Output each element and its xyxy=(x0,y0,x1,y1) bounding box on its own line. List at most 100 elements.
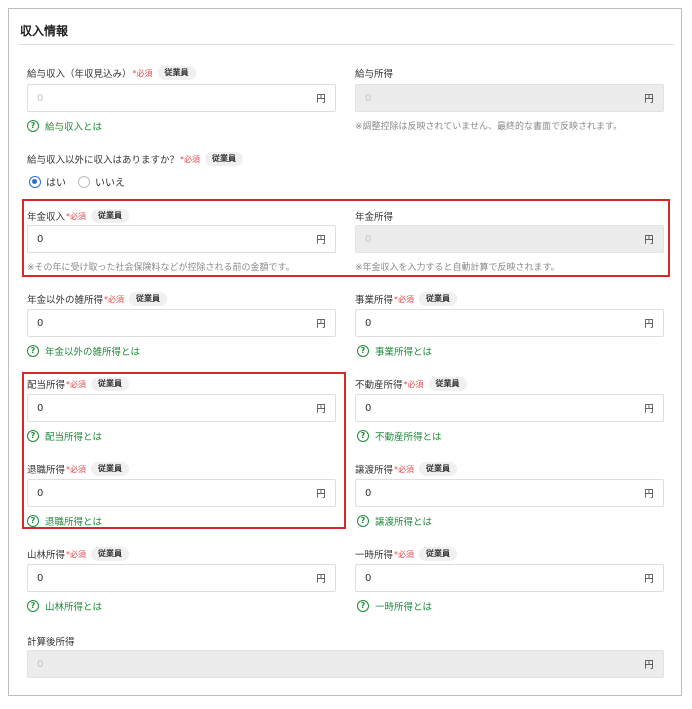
title-divider xyxy=(18,44,674,45)
help-circle-icon: ? xyxy=(357,345,369,357)
pension-income-value[interactable]: 0 xyxy=(28,234,307,245)
required-mark: *必須 xyxy=(394,549,415,559)
pension-income-input[interactable]: 0 円 xyxy=(27,225,336,253)
salary-income-help-link[interactable]: ? 給与収入とは xyxy=(27,119,102,133)
real-estate-income-input[interactable]: 0 円 xyxy=(355,394,664,422)
required-mark: *必須 xyxy=(394,294,415,304)
required-mark: *必須 xyxy=(66,379,87,389)
business-income-label: 事業所得 *必須 従業員 xyxy=(355,292,458,306)
real-estate-income-value[interactable]: 0 xyxy=(356,403,635,414)
calculated-income-value: 0 xyxy=(37,658,44,670)
temporary-income-value[interactable]: 0 xyxy=(356,573,635,584)
employee-badge: 従業員 xyxy=(419,292,458,306)
dividend-income-input[interactable]: 0 円 xyxy=(27,394,336,422)
pension-deduction-income-note: ※年金収入を入力すると自動計算で反映されます。 xyxy=(355,263,560,273)
unit-yen: 円 xyxy=(644,319,654,330)
retirement-income-help-link[interactable]: ? 退職所得とは xyxy=(27,514,102,528)
retirement-income-input[interactable]: 0 円 xyxy=(27,479,336,507)
temporary-income-label: 一時所得 *必須 従業員 xyxy=(355,547,458,561)
dividend-income-label: 配当所得 *必須 従業員 xyxy=(27,377,130,391)
unit-yen: 円 xyxy=(644,94,654,105)
retirement-income-value[interactable]: 0 xyxy=(28,488,307,499)
real-estate-income-label: 不動産所得 *必須 従業員 xyxy=(355,377,467,391)
unit-yen: 円 xyxy=(644,489,654,500)
employee-badge: 従業員 xyxy=(129,292,168,306)
dividend-income-value[interactable]: 0 xyxy=(28,403,307,414)
pension-income-label: 年金収入 *必須 従業員 xyxy=(27,209,130,223)
help-circle-icon: ? xyxy=(27,430,39,442)
radio-yes[interactable]: はい xyxy=(29,174,66,189)
section-title: 収入情報 xyxy=(20,24,69,38)
help-circle-icon: ? xyxy=(357,600,369,612)
unit-yen: 円 xyxy=(316,574,326,585)
salary-income-label: 給与収入（年収見込み） *必須 従業員 xyxy=(27,66,196,80)
employee-badge: 従業員 xyxy=(91,377,130,391)
forest-income-input[interactable]: 0 円 xyxy=(27,564,336,592)
employee-badge: 従業員 xyxy=(419,547,458,561)
other-income-question-label: 給与収入以外に収入はありますか？ *必須 従業員 xyxy=(27,152,244,166)
pension-deduction-income-input: 0 円 xyxy=(355,225,664,253)
unit-yen: 円 xyxy=(316,319,326,330)
forest-income-label: 山林所得 *必須 従業員 xyxy=(27,547,130,561)
pension-deduction-income-value: 0 xyxy=(365,233,372,245)
unit-yen: 円 xyxy=(316,489,326,500)
business-income-help-link[interactable]: ? 事業所得とは xyxy=(357,344,432,358)
salary-deduction-income-value: 0 xyxy=(365,92,372,104)
misc-income-value[interactable]: 0 xyxy=(28,318,307,329)
employee-badge: 従業員 xyxy=(205,152,244,166)
unit-yen: 円 xyxy=(316,94,326,105)
required-mark: *必須 xyxy=(104,294,125,304)
employee-badge: 従業員 xyxy=(157,66,196,80)
misc-income-label: 年金以外の雑所得 *必須 従業員 xyxy=(27,292,168,306)
employee-badge: 従業員 xyxy=(91,462,130,476)
salary-deduction-income-input: 0 円 xyxy=(355,84,664,112)
unit-yen: 円 xyxy=(644,235,654,246)
dividend-income-help-link[interactable]: ? 配当所得とは xyxy=(27,429,102,443)
radio-checked-icon xyxy=(29,175,41,188)
employee-badge: 従業員 xyxy=(91,547,130,561)
transfer-income-input[interactable]: 0 円 xyxy=(355,479,664,507)
help-circle-icon: ? xyxy=(27,515,39,527)
forest-income-value[interactable]: 0 xyxy=(28,573,307,584)
misc-income-input[interactable]: 0 円 xyxy=(27,309,336,337)
unit-yen: 円 xyxy=(316,235,326,246)
transfer-income-label: 譲渡所得 *必須 従業員 xyxy=(355,462,458,476)
temporary-income-input[interactable]: 0 円 xyxy=(355,564,664,592)
radio-unchecked-icon xyxy=(78,175,90,188)
real-estate-income-help-link[interactable]: ? 不動産所得とは xyxy=(357,429,442,443)
salary-deduction-income-label: 給与所得 xyxy=(355,69,394,80)
unit-yen: 円 xyxy=(316,404,326,415)
help-circle-icon: ? xyxy=(27,600,39,612)
transfer-income-help-link[interactable]: ? 譲渡所得とは xyxy=(357,514,432,528)
required-mark: *必須 xyxy=(132,68,153,78)
business-income-input[interactable]: 0 円 xyxy=(355,309,664,337)
unit-yen: 円 xyxy=(644,660,654,671)
required-mark: *必須 xyxy=(394,464,415,474)
help-circle-icon: ? xyxy=(357,430,369,442)
employee-badge: 従業員 xyxy=(419,462,458,476)
required-mark: *必須 xyxy=(66,549,87,559)
business-income-value[interactable]: 0 xyxy=(356,318,635,329)
pension-income-note: ※その年に受け取った社会保険料などが控除される前の金額です。 xyxy=(27,263,295,273)
forest-income-help-link[interactable]: ? 山林所得とは xyxy=(27,599,102,613)
salary-income-input[interactable]: 0 円 xyxy=(27,84,336,112)
unit-yen: 円 xyxy=(644,574,654,585)
unit-yen: 円 xyxy=(644,404,654,415)
misc-income-help-link[interactable]: ? 年金以外の雑所得とは xyxy=(27,344,140,358)
temporary-income-help-link[interactable]: ? 一時所得とは xyxy=(357,599,432,613)
help-circle-icon: ? xyxy=(27,120,39,132)
calculated-income-input: 0 円 xyxy=(27,650,664,678)
transfer-income-value[interactable]: 0 xyxy=(356,488,635,499)
retirement-income-label: 退職所得 *必須 従業員 xyxy=(27,462,130,476)
employee-badge: 従業員 xyxy=(91,209,130,223)
help-circle-icon: ? xyxy=(357,515,369,527)
required-mark: *必須 xyxy=(403,379,424,389)
salary-deduction-income-note: ※調整控除は反映されていません、最終的な書面で反映されます。 xyxy=(355,122,623,132)
required-mark: *必須 xyxy=(66,464,87,474)
salary-income-value[interactable]: 0 xyxy=(28,93,307,104)
required-mark: *必須 xyxy=(180,154,201,164)
calculated-income-label: 計算後所得 xyxy=(27,637,75,648)
radio-no[interactable]: いいえ xyxy=(78,174,125,189)
pension-deduction-income-label: 年金所得 xyxy=(355,212,394,223)
help-circle-icon: ? xyxy=(27,345,39,357)
